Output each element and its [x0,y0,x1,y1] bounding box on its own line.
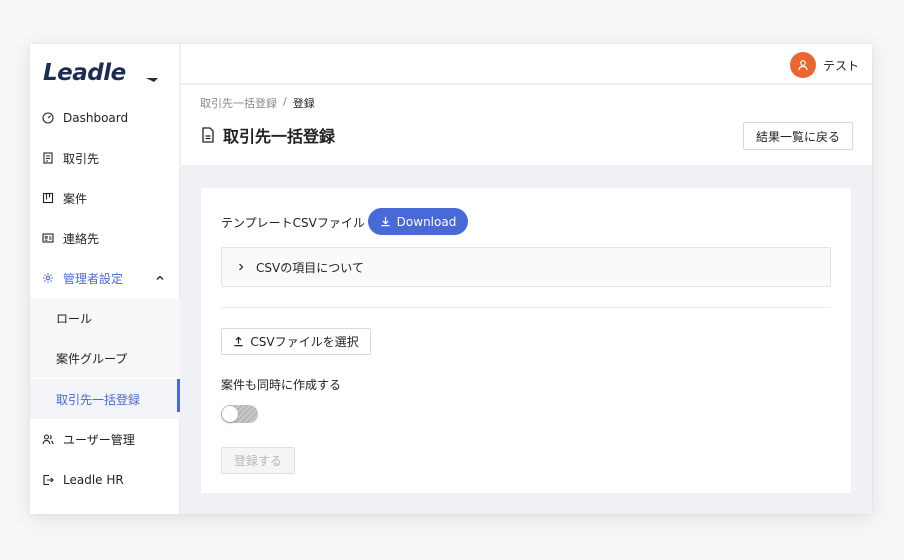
chevron-right-icon [239,263,244,271]
page-title: 取引先一括登録 [223,127,336,146]
external-link-icon [41,473,55,487]
upload-card: テンプレートCSVファイル Download CSVの項目について CSVファイ… [201,188,851,493]
sidebar-item-label: 管理者設定 [63,271,124,286]
sidebar-subitem-label: 案件グループ [56,351,128,366]
sidebar-item-clients[interactable]: 取引先 [30,138,180,178]
sidebar-item-admin-settings[interactable]: 管理者設定 [30,258,180,298]
app-window: Leadle Dashboard 取引先 案件 連絡先 管理者設定 ロール 案件… [30,44,872,514]
sidebar-subitem-roles[interactable]: ロール [30,298,180,338]
logo-graphic: Leadle [43,60,158,86]
download-template-button[interactable]: Download [368,208,468,235]
sidebar-item-label: ユーザー管理 [63,432,135,447]
kanban-icon [41,191,55,205]
sidebar-item-contacts[interactable]: 連絡先 [30,218,180,258]
svg-text:Leadle: Leadle [43,60,126,86]
sidebar-subitem-case-groups[interactable]: 案件グループ [30,338,180,378]
sidebar-item-dashboard[interactable]: Dashboard [30,98,180,138]
page-header: 取引先一括登録 / 登録 取引先一括登録 結果一覧に戻る [181,85,872,165]
leadle-logo[interactable]: Leadle [42,56,162,86]
breadcrumb: 取引先一括登録 / 登録 [200,95,315,111]
user-avatar[interactable] [790,52,816,78]
upload-icon [234,336,244,347]
dashboard-icon [41,111,55,125]
sidebar-item-label: 案件 [63,191,88,206]
chevron-up-icon [155,272,165,282]
sidebar-item-cases[interactable]: 案件 [30,178,180,218]
sidebar-item-leadle-hr[interactable]: Leadle HR [30,460,180,500]
back-to-results-button[interactable]: 結果一覧に戻る [743,122,853,150]
top-bar: テスト [181,44,872,84]
users-icon [41,432,55,446]
sidebar-item-label: 連絡先 [63,231,100,246]
sidebar-item-label: Leadle HR [63,473,124,487]
sidebar-subitem-label: ロール [56,311,93,326]
sidebar-item-label: 取引先 [63,151,100,166]
document-list-icon [41,151,55,165]
select-csv-label: CSVファイルを選択 [250,335,359,349]
sidebar-subitem-bulk-register[interactable]: 取引先一括登録 [30,379,180,419]
sidebar: Leadle Dashboard 取引先 案件 連絡先 管理者設定 ロール 案件… [30,44,180,514]
breadcrumb-parent-link[interactable]: 取引先一括登録 [200,95,277,111]
sidebar-item-label: Dashboard [63,111,129,125]
sidebar-subitem-label: 取引先一括登録 [56,392,141,407]
download-button-label: Download [396,214,457,229]
create-cases-toggle[interactable] [221,405,258,423]
file-icon [202,127,214,143]
register-button[interactable]: 登録する [221,447,295,474]
breadcrumb-current: 登録 [292,97,315,110]
breadcrumb-separator: / [283,95,287,108]
page-title-wrap: 取引先一括登録 [201,123,335,147]
template-csv-label: テンプレートCSVファイル [221,216,365,230]
gear-icon [41,271,55,285]
user-icon [798,60,808,71]
download-icon [381,216,390,227]
user-name[interactable]: テスト [823,57,859,74]
divider [221,307,831,308]
toggle-knob [222,406,238,422]
collapse-label: CSVの項目について [256,260,364,275]
csv-fields-collapse[interactable]: CSVの項目について [221,247,831,287]
contact-card-icon [41,231,55,245]
select-csv-button[interactable]: CSVファイルを選択 [221,328,371,355]
sidebar-item-user-management[interactable]: ユーザー管理 [30,419,180,459]
create-cases-label: 案件も同時に作成する [221,378,342,392]
